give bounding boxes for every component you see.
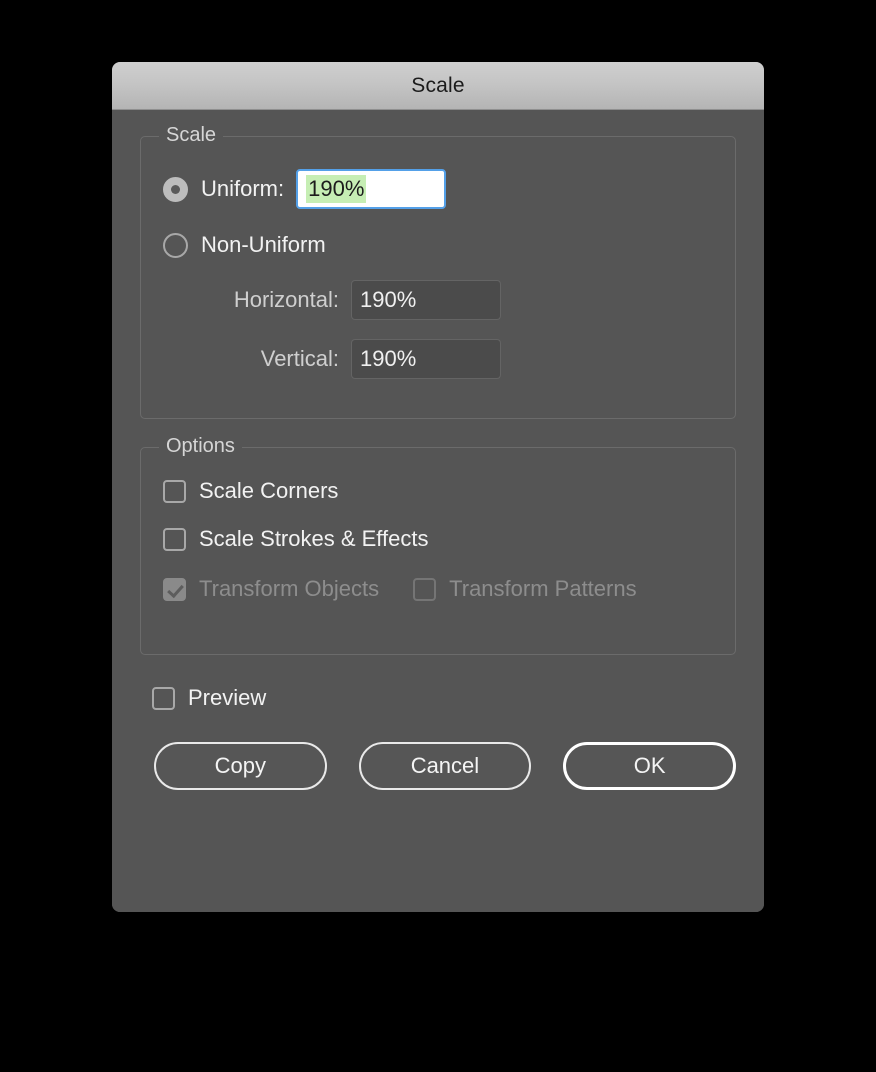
non-uniform-radio[interactable] xyxy=(163,232,188,258)
non-uniform-row: Non-Uniform xyxy=(163,232,713,258)
transform-objects-row: Transform Objects xyxy=(163,576,379,602)
uniform-scale-value: 190% xyxy=(306,175,367,203)
transform-objects-label: Transform Objects xyxy=(199,576,380,601)
preview-label: Preview xyxy=(188,685,267,710)
uniform-label: Uniform: xyxy=(201,176,285,201)
transform-patterns-row: Transform Patterns xyxy=(413,576,637,602)
horizontal-scale-input[interactable]: 190% xyxy=(351,280,501,320)
preview-row[interactable]: Preview xyxy=(152,685,736,711)
dialog-body: Scale Uniform: 190% Non-Uniform Horizont… xyxy=(112,110,764,912)
uniform-radio[interactable] xyxy=(163,176,188,202)
cancel-button[interactable]: Cancel xyxy=(358,742,532,790)
scale-corners-checkbox[interactable] xyxy=(163,479,186,503)
page-background: Scale Scale Uniform: 190% Non-Uniform Ho… xyxy=(0,0,876,1072)
scale-strokes-effects-checkbox[interactable] xyxy=(163,527,186,551)
horizontal-row: Horizontal: 190% xyxy=(163,280,713,320)
scale-corners-label: Scale Corners xyxy=(199,478,339,503)
non-uniform-label: Non-Uniform xyxy=(201,232,326,257)
transform-patterns-checkbox xyxy=(413,577,437,601)
transform-objects-checkbox xyxy=(163,577,186,601)
options-group: Options Scale Corners Scale Strokes & Ef… xyxy=(140,435,736,655)
options-group-legend: Options xyxy=(159,435,242,458)
dialog-button-bar: Copy Cancel OK xyxy=(154,742,736,790)
scale-strokes-row[interactable]: Scale Strokes & Effects xyxy=(163,526,713,552)
transform-row: Transform Objects Transform Patterns xyxy=(163,576,713,602)
horizontal-label: Horizontal: xyxy=(233,287,339,312)
uniform-scale-input[interactable]: 190% xyxy=(296,169,447,209)
scale-corners-row[interactable]: Scale Corners xyxy=(163,478,713,504)
scale-group: Scale Uniform: 190% Non-Uniform Horizont… xyxy=(140,124,736,419)
options-group-content: Scale Corners Scale Strokes & Effects Tr… xyxy=(141,448,735,628)
dialog-titlebar: Scale xyxy=(112,62,764,110)
copy-button[interactable]: Copy xyxy=(154,742,327,790)
vertical-scale-input[interactable]: 190% xyxy=(351,339,501,379)
vertical-scale-value: 190% xyxy=(360,346,417,371)
preview-checkbox[interactable] xyxy=(152,686,175,710)
horizontal-scale-value: 190% xyxy=(360,287,417,312)
vertical-label: Vertical: xyxy=(260,346,339,371)
ok-button[interactable]: OK xyxy=(563,742,736,790)
vertical-row: Vertical: 190% xyxy=(163,339,713,379)
uniform-row: Uniform: 190% xyxy=(163,169,713,209)
scale-group-content: Uniform: 190% Non-Uniform Horizontal: 19… xyxy=(141,137,735,405)
scale-group-legend: Scale xyxy=(159,124,224,147)
transform-patterns-label: Transform Patterns xyxy=(449,576,637,601)
scale-strokes-effects-label: Scale Strokes & Effects xyxy=(199,526,429,551)
scale-dialog: Scale Scale Uniform: 190% Non-Uniform Ho… xyxy=(112,62,764,912)
dialog-title: Scale xyxy=(411,73,465,97)
